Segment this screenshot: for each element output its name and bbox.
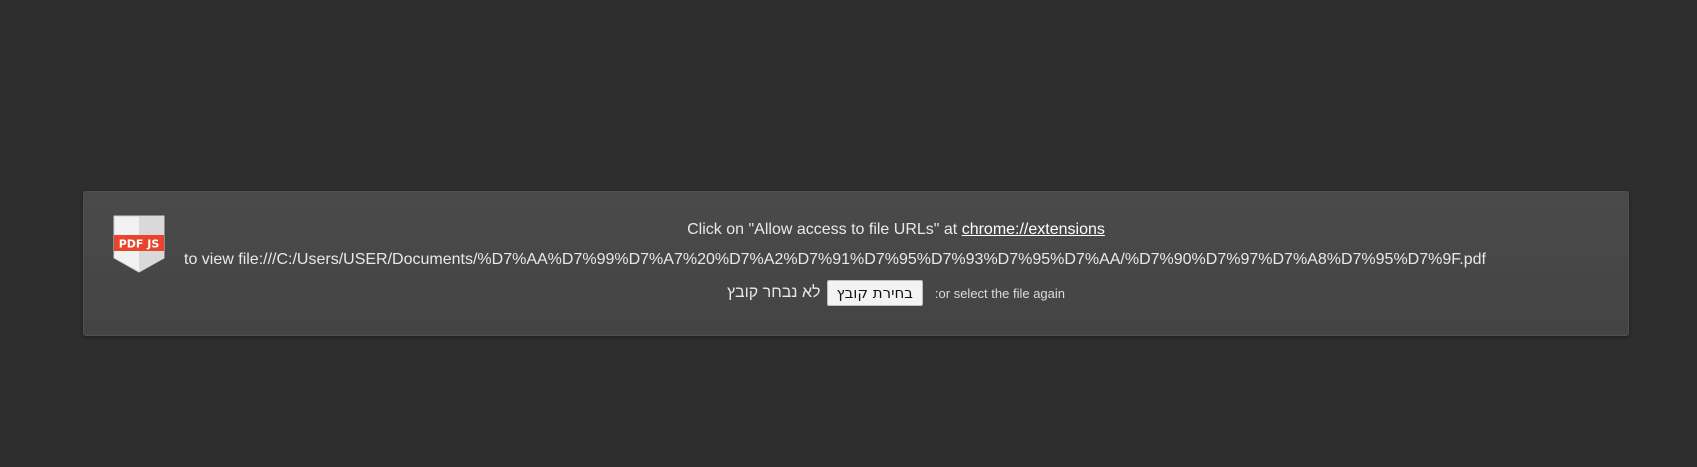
allow-access-instruction: Click on "Allow access to file URLs" at … — [184, 220, 1608, 240]
pdfjs-logo-icon: PDF JS — [111, 214, 167, 274]
choose-file-button[interactable]: בחירת קובץ — [826, 280, 923, 306]
file-select-row: לא נבחר קובץ בחירת קובץ :or select the f… — [184, 280, 1608, 306]
no-file-chosen-label: לא נבחר קובץ — [726, 284, 821, 301]
select-file-again-text: :or select the file again — [934, 285, 1065, 301]
allow-access-text: Click on "Allow access to file URLs" at — [687, 221, 962, 238]
extensions-link[interactable]: chrome://extensions — [962, 221, 1105, 238]
file-url-text: to view file:///C:/Users/USER/Documents/… — [184, 251, 1486, 268]
notice-content: Click on "Allow access to file URLs" at … — [184, 220, 1608, 306]
pdfjs-logo-text: PDF JS — [119, 238, 160, 251]
file-access-notice-panel: PDF JS Click on "Allow access to file UR… — [83, 191, 1629, 336]
